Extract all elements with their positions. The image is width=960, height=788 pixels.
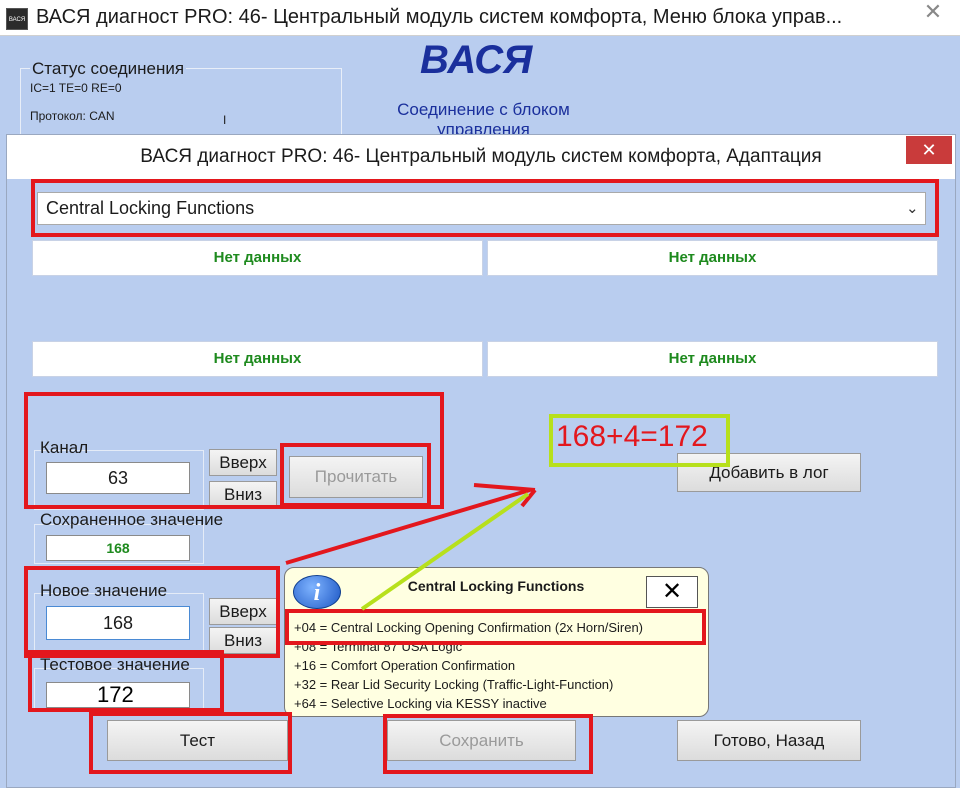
green-arrow xyxy=(360,492,530,611)
red-arrow xyxy=(285,488,531,565)
annotation-arrows xyxy=(285,483,537,611)
red-arrow-head xyxy=(473,483,536,492)
